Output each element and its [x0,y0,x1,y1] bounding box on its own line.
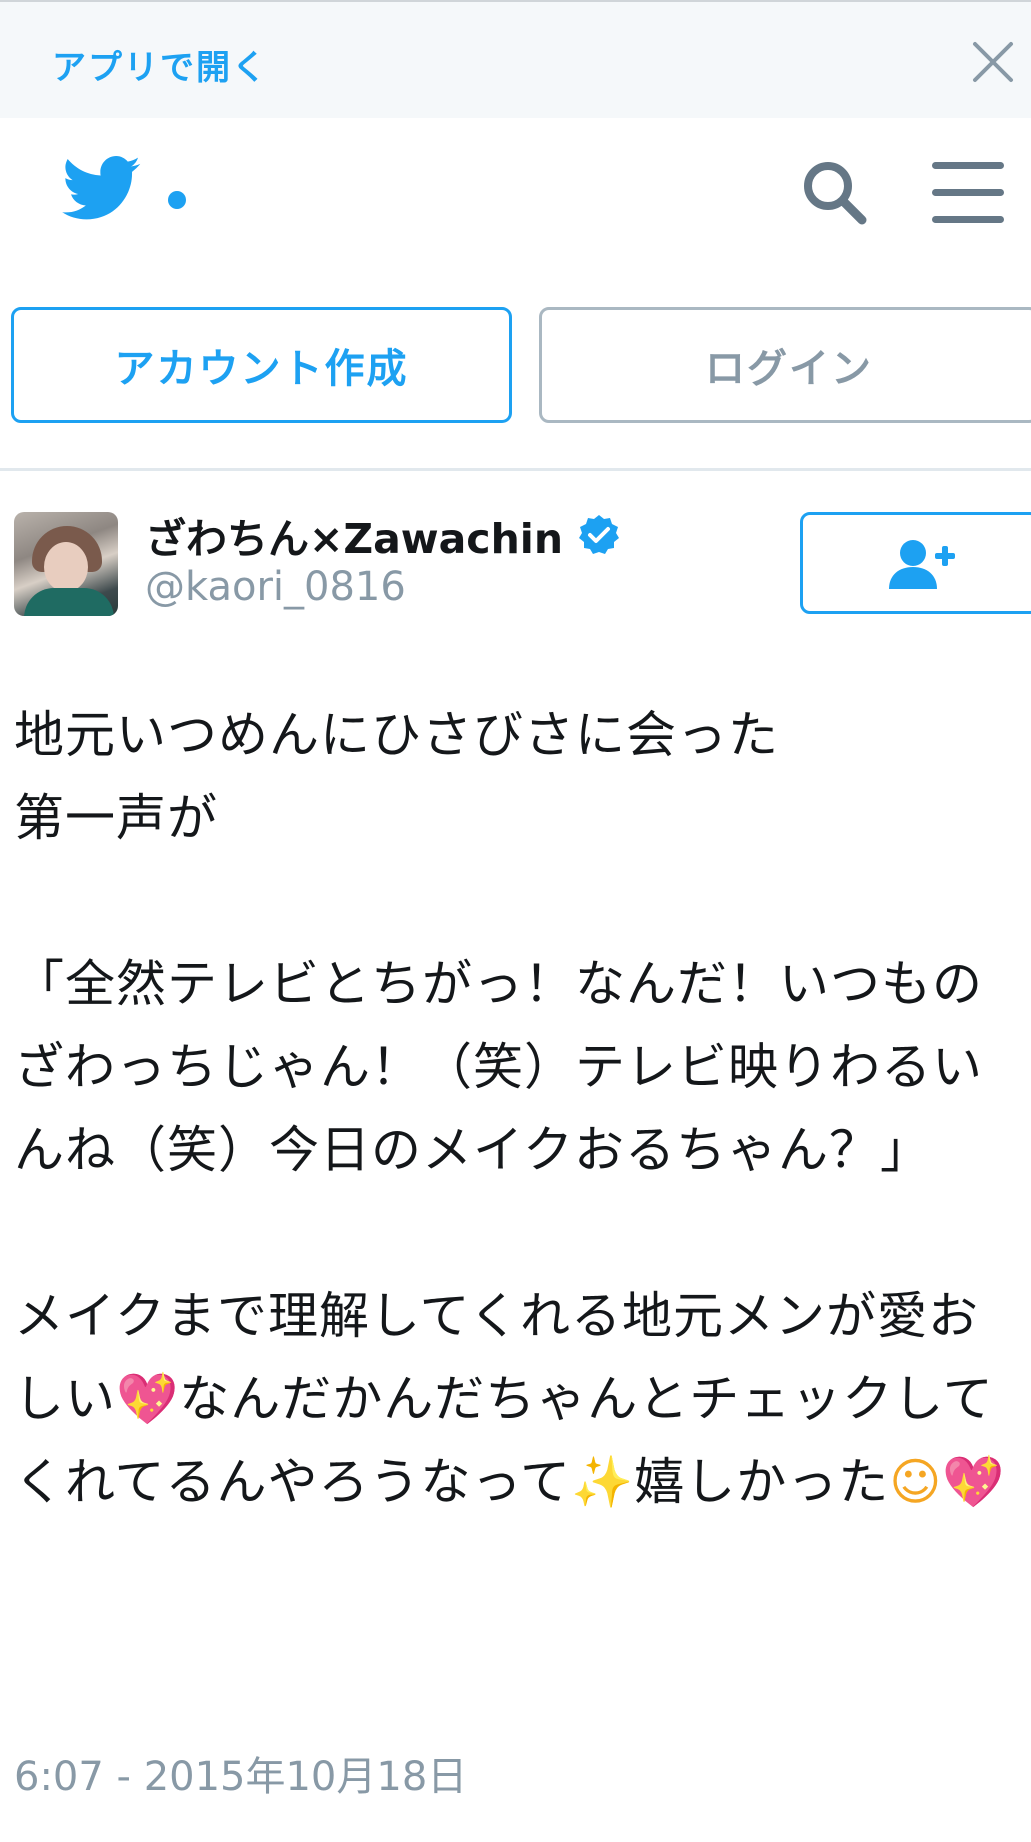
user-plus-icon [889,540,955,589]
twitter-bird-icon[interactable] [62,156,142,222]
site-header [0,118,1031,268]
tweet-timestamp[interactable]: 6:07 - 2015年10月18日 [14,1744,467,1802]
tweet-text-part: 地元いつめんにひさびさに会った 第一声が 「全然テレビとちがっ！なんだ！いつもの… [14,706,983,1428]
sparkling-heart-icon: 💖 [116,1370,180,1428]
login-button[interactable]: ログイン [539,307,1031,423]
tweet-text-part: 嬉しかった [634,1453,890,1511]
sparkles-icon: ✨ [571,1453,635,1511]
user-handle[interactable]: @kaori_0816 [145,564,406,610]
create-account-button[interactable]: アカウント作成 [11,307,512,423]
notification-dot [168,191,186,209]
follow-button[interactable] [800,512,1031,614]
divider [0,468,1031,471]
menu-icon[interactable] [932,162,1004,224]
close-icon[interactable] [971,40,1015,84]
avatar[interactable] [14,512,118,616]
display-name-text: ざわちん×Zawachin [145,515,564,563]
display-name[interactable]: ざわちん×Zawachin [145,505,621,565]
verified-badge-icon [579,515,620,554]
search-icon[interactable] [800,158,870,228]
sparkling-heart-icon: 💖 [942,1453,1006,1511]
smile-icon: ☺ [889,1453,943,1511]
tweet-text: 地元いつめんにひさびさに会った 第一声が 「全然テレビとちがっ！なんだ！いつもの… [14,694,1014,1524]
open-in-app-link[interactable]: アプリで開く [52,40,268,89]
open-in-app-banner: アプリで開く [0,0,1031,118]
